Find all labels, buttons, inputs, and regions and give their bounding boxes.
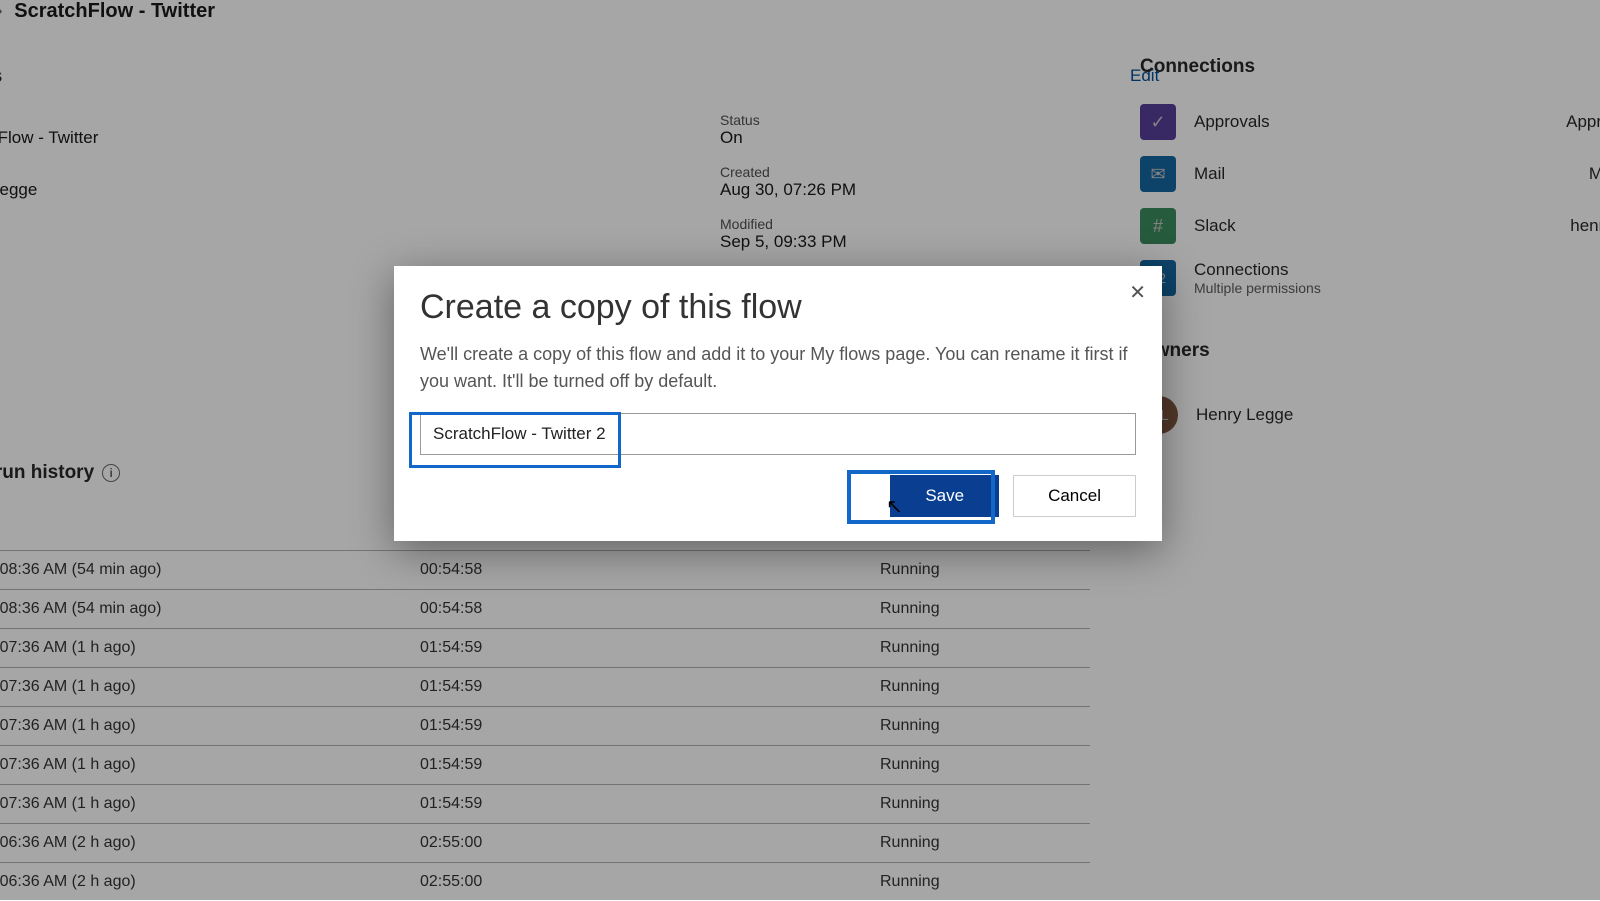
modal-title: Create a copy of this flow: [420, 288, 1136, 327]
flow-name-input[interactable]: [421, 414, 1135, 454]
flow-name-input-wrap: [420, 413, 1136, 455]
modal-description: We'll create a copy of this flow and add…: [420, 341, 1136, 395]
cancel-button[interactable]: Cancel: [1013, 475, 1136, 517]
save-button[interactable]: Save: [890, 475, 999, 517]
copy-flow-modal: ✕ Create a copy of this flow We'll creat…: [394, 266, 1162, 541]
close-icon[interactable]: ✕: [1129, 280, 1146, 305]
